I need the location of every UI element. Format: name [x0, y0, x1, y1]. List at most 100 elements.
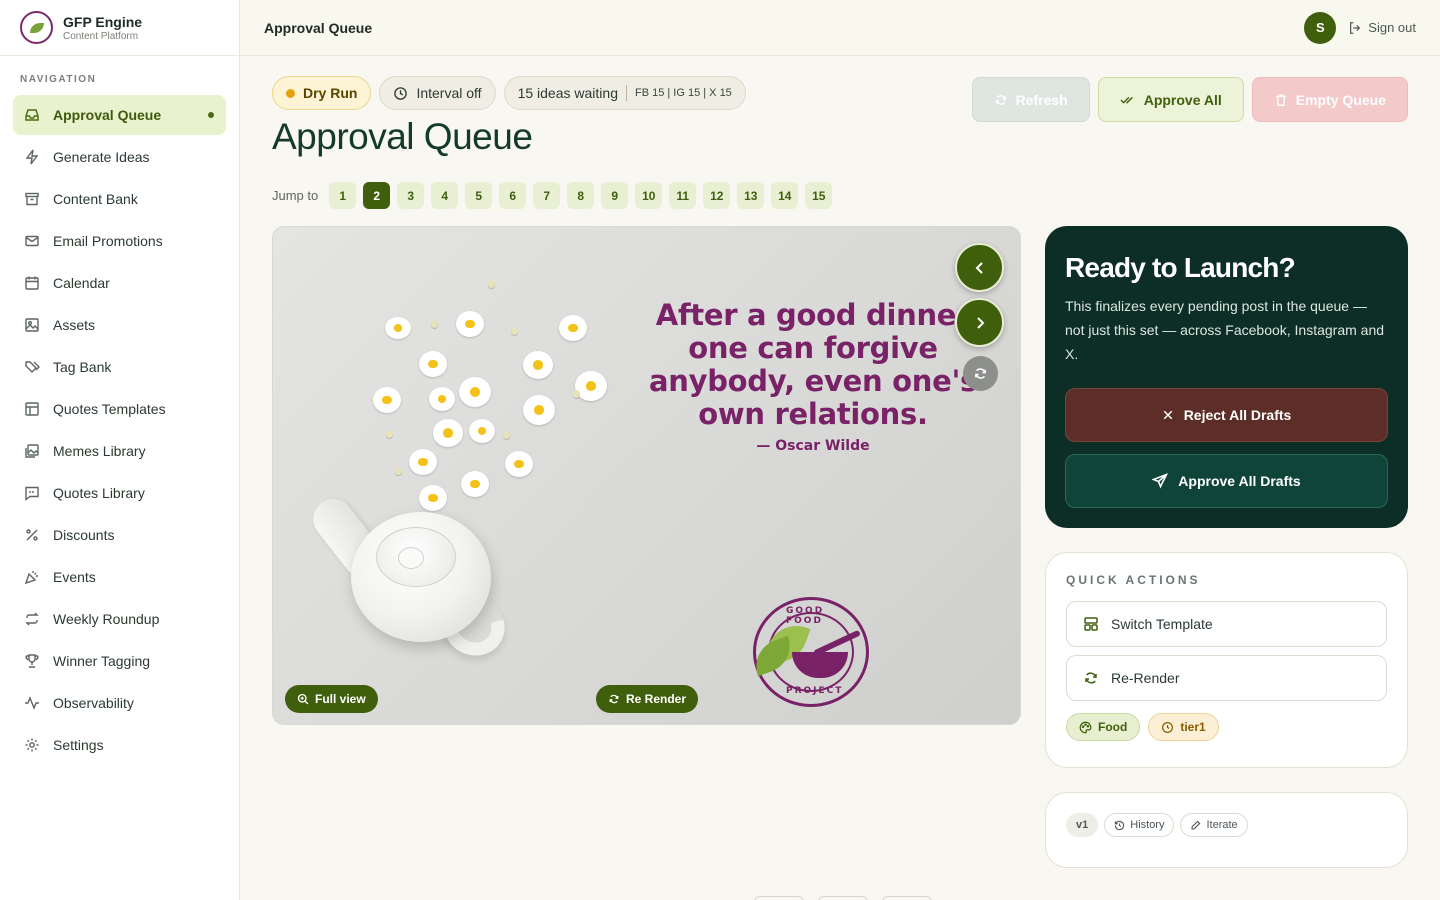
- chamomile-flower: [505, 451, 533, 477]
- sidebar-item-content-bank[interactable]: Content Bank: [13, 179, 226, 219]
- chamomile-flower: [456, 311, 484, 337]
- sidebar-item-label: Email Promotions: [53, 233, 163, 249]
- jump-page-button[interactable]: 15: [805, 182, 833, 209]
- previous-button[interactable]: [955, 243, 1004, 292]
- sidebar-nav: Approval Queue Generate Ideas Content Ba…: [0, 95, 239, 765]
- sidebar-item-events[interactable]: Events: [13, 557, 226, 597]
- sidebar-item-weekly-roundup[interactable]: Weekly Roundup: [13, 599, 226, 639]
- sidebar-item-tag-bank[interactable]: Tag Bank: [13, 347, 226, 387]
- jump-page-button[interactable]: 4: [431, 182, 459, 209]
- next-button[interactable]: [955, 298, 1004, 347]
- message-quote-icon: [25, 486, 39, 501]
- repeat-icon: [25, 612, 39, 626]
- full-view-label: Full view: [315, 692, 366, 706]
- interval-badge[interactable]: Interval off: [379, 76, 496, 110]
- active-indicator: [208, 112, 214, 118]
- sidebar-item-settings[interactable]: Settings: [13, 725, 226, 765]
- regenerate-button[interactable]: [963, 356, 998, 391]
- chamomile-flower: [385, 317, 411, 339]
- chamomile-flower: [559, 315, 587, 341]
- jump-page-button[interactable]: 1: [329, 182, 357, 209]
- jump-page-button[interactable]: 9: [601, 182, 629, 209]
- sidebar-item-approval-queue[interactable]: Approval Queue: [13, 95, 226, 135]
- dry-run-badge[interactable]: Dry Run: [272, 76, 372, 110]
- sidebar-item-label: Generate Ideas: [53, 149, 150, 165]
- launch-title: Ready to Launch?: [1065, 252, 1296, 283]
- jump-page-button[interactable]: 5: [465, 182, 493, 209]
- inbox-icon: [25, 109, 39, 121]
- bottom-pagination-stubs: [754, 896, 932, 900]
- jump-page-button[interactable]: 3: [397, 182, 425, 209]
- sidebar-item-observability[interactable]: Observability: [13, 683, 226, 723]
- sidebar-item-label: Memes Library: [53, 443, 146, 459]
- reject-all-drafts-button[interactable]: Reject All Drafts: [1065, 388, 1388, 442]
- sidebar-item-generate-ideas[interactable]: Generate Ideas: [13, 137, 226, 177]
- jump-page-button[interactable]: 13: [737, 182, 765, 209]
- refresh-icon: [995, 94, 1006, 105]
- party-popper-icon: [24, 571, 38, 585]
- refresh-icon: [975, 368, 986, 379]
- tag-food[interactable]: Food: [1066, 713, 1141, 741]
- history-button[interactable]: History: [1104, 813, 1175, 837]
- logo-bottom-text: PROJECT: [786, 686, 844, 696]
- approve-all-button[interactable]: Approve All: [1097, 77, 1244, 122]
- reject-all-label: Reject All Drafts: [1183, 407, 1292, 423]
- sign-out-button[interactable]: Sign out: [1348, 20, 1416, 35]
- quote-text: After a good dinner one can forgive anyb…: [649, 298, 977, 431]
- chamomile-flower: [469, 419, 495, 443]
- approve-all-label: Approve All: [1143, 91, 1222, 108]
- jump-page-button[interactable]: 12: [703, 182, 731, 209]
- jump-page-button[interactable]: 6: [499, 182, 527, 209]
- approve-all-drafts-button[interactable]: Approve All Drafts: [1065, 454, 1388, 508]
- sidebar-item-winner-tagging[interactable]: Winner Tagging: [13, 641, 226, 681]
- page-title: Approval Queue: [272, 116, 533, 157]
- trophy-icon: [25, 654, 39, 668]
- double-check-icon: [1120, 96, 1133, 104]
- jump-page-button[interactable]: 7: [533, 182, 561, 209]
- chamomile-flower: [429, 387, 455, 411]
- clock-icon: [1162, 721, 1174, 733]
- ideas-waiting-label: 15 ideas waiting: [517, 85, 618, 101]
- jump-page-button[interactable]: 8: [567, 182, 595, 209]
- re-render-overlay-button[interactable]: Re Render: [596, 685, 699, 713]
- quote-author: — Oscar Wilde: [756, 438, 870, 454]
- topbar: Approval Queue S Sign out: [240, 0, 1440, 56]
- chamomile-flower: [433, 419, 463, 447]
- sidebar-item-discounts[interactable]: Discounts: [13, 515, 226, 555]
- re-render-button[interactable]: Re-Render: [1066, 655, 1387, 701]
- switch-template-button[interactable]: Switch Template: [1066, 601, 1387, 647]
- empty-queue-button[interactable]: Empty Queue: [1251, 77, 1408, 122]
- full-view-button[interactable]: Full view: [285, 685, 378, 713]
- sidebar-item-memes-library[interactable]: Memes Library: [13, 431, 226, 471]
- jump-page-button[interactable]: 10: [635, 182, 663, 209]
- chamomile-bud: [573, 390, 580, 398]
- iterate-label: Iterate: [1206, 819, 1238, 831]
- sidebar-item-quotes-templates[interactable]: Quotes Templates: [13, 389, 226, 429]
- switch-template-label: Switch Template: [1111, 616, 1213, 632]
- good-food-project-logo: GOOD FOOD PROJECT: [748, 597, 869, 707]
- brand[interactable]: GFP Engine Content Platform: [0, 0, 239, 56]
- ideas-waiting-badge: 15 ideas waiting FB 15 | IG 15 | X 15: [503, 76, 746, 110]
- sidebar-item-quotes-library[interactable]: Quotes Library: [13, 473, 226, 513]
- refresh-button[interactable]: Refresh: [971, 77, 1090, 122]
- tag-tier1[interactable]: tier1: [1148, 713, 1219, 741]
- header-actions: Refresh Approve All Empty Queue: [971, 77, 1408, 122]
- iterate-button[interactable]: Iterate: [1180, 813, 1248, 837]
- pagination-stub[interactable]: [882, 896, 932, 900]
- jump-page-button[interactable]: 14: [771, 182, 799, 209]
- jump-page-button-current[interactable]: 2: [363, 182, 391, 209]
- chamomile-flower: [409, 449, 437, 475]
- sidebar-item-email-promotions[interactable]: Email Promotions: [13, 221, 226, 261]
- gear-icon: [25, 738, 39, 752]
- nav-section-label: NAVIGATION: [20, 74, 97, 85]
- post-preview-image[interactable]: After a good dinner one can forgive anyb…: [272, 226, 1021, 725]
- sidebar-item-calendar[interactable]: Calendar: [13, 263, 226, 303]
- pagination-stub[interactable]: [754, 896, 804, 900]
- sidebar-item-assets[interactable]: Assets: [13, 305, 226, 345]
- pagination-stub[interactable]: [818, 896, 868, 900]
- re-render-action-label: Re-Render: [1111, 670, 1180, 686]
- chamomile-bud: [511, 327, 518, 335]
- mail-icon: [25, 235, 39, 247]
- avatar[interactable]: S: [1304, 11, 1337, 44]
- jump-page-button[interactable]: 11: [669, 182, 697, 209]
